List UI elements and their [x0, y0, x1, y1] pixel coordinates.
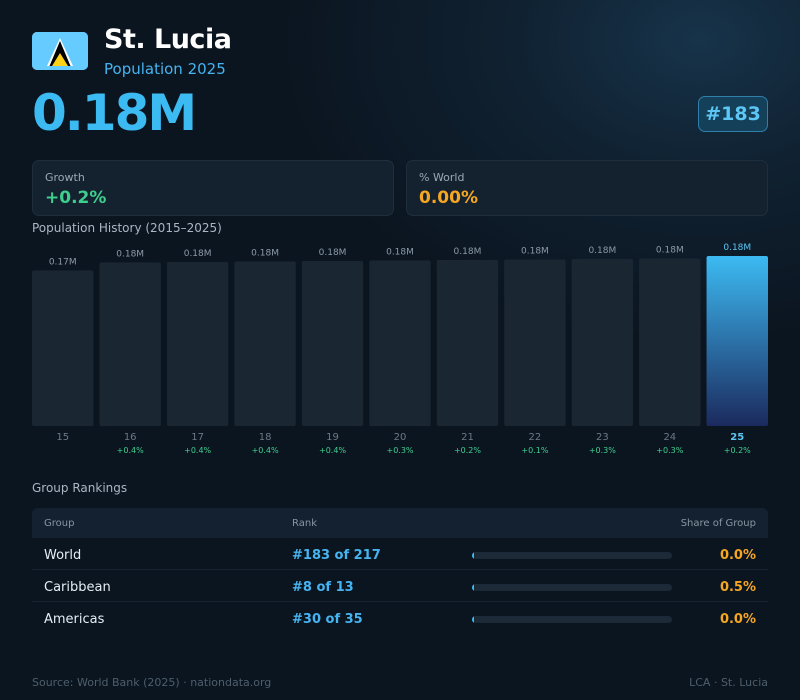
value-label: 0.18M — [656, 246, 684, 256]
value-label: 0.18M — [454, 247, 482, 257]
table-row: Caribbean #8 of 13 0.5% — [32, 570, 768, 602]
row-rank: #30 of 35 — [292, 612, 363, 627]
rankings-title: Group Rankings — [32, 481, 128, 495]
row-share: 0.5% — [719, 580, 756, 595]
value-label: 0.18M — [588, 246, 616, 256]
share-bar — [472, 584, 672, 591]
row-group: Americas — [44, 612, 105, 627]
country-name: St. Lucia — [104, 24, 232, 55]
bar-22 — [504, 259, 566, 426]
x-tick-label: 15 — [56, 432, 69, 443]
x-tick-label: 25 — [730, 432, 744, 443]
growth-label: +0.4% — [117, 446, 144, 455]
growth-label: +0.3% — [589, 446, 616, 455]
bar-15 — [32, 270, 94, 426]
bar-24 — [639, 258, 701, 426]
value-label: 0.18M — [116, 250, 144, 260]
population-history-chart: 0.17M 15 0.18M 16 +0.4% 0.18M 17 +0.4% 0.18M 18 +0… — [32, 243, 768, 455]
table-header: Group Rank Share of Group — [32, 508, 768, 538]
column-rank: Rank — [292, 518, 317, 529]
value-label: 0.17M — [49, 257, 77, 267]
bar-21 — [436, 260, 499, 426]
row-group: Caribbean — [44, 580, 111, 595]
growth-label: +0.4% — [319, 446, 346, 455]
growth-label: +0.2% — [454, 446, 481, 455]
row-group: World — [44, 548, 82, 563]
value-label: 0.18M — [251, 249, 279, 259]
growth-label: +0.4% — [184, 446, 211, 455]
x-tick-label: 18 — [259, 432, 272, 443]
value-label: 0.18M — [184, 249, 212, 259]
bar-23 — [571, 259, 634, 426]
world-share-card: % World 0.00% — [406, 160, 768, 216]
bar-20 — [369, 260, 431, 426]
footer-code: LCA · St. Lucia — [689, 676, 768, 689]
value-label: 0.18M — [521, 247, 549, 257]
share-bar-fill — [472, 552, 474, 559]
page-subtitle: Population 2025 — [104, 60, 226, 78]
row-share: 0.0% — [719, 548, 756, 563]
share-bar-fill — [472, 584, 474, 591]
x-tick-label: 23 — [596, 432, 609, 443]
bar-18 — [234, 261, 296, 426]
value-label: 0.18M — [386, 248, 414, 258]
growth-value: +0.2% — [45, 188, 107, 208]
x-tick-label: 20 — [394, 432, 407, 443]
share-bar-fill — [472, 616, 474, 623]
x-tick-label: 16 — [124, 432, 137, 443]
value-label: 0.18M — [319, 248, 347, 258]
table-row: World #183 of 217 0.0% — [32, 538, 768, 570]
bar-16 — [99, 262, 161, 426]
x-tick-label: 24 — [663, 432, 676, 443]
share-bar — [472, 552, 672, 559]
x-tick-label: 17 — [191, 432, 204, 443]
row-share: 0.0% — [719, 612, 756, 627]
history-title: Population History (2015–2025) — [32, 221, 222, 235]
row-rank: #183 of 217 — [292, 548, 381, 563]
world-share-value: 0.00% — [419, 188, 478, 208]
growth-label: +0.2% — [724, 446, 751, 455]
footer-source: Source: World Bank (2025) · nationdata.o… — [32, 676, 272, 689]
st-lucia-flag-icon — [32, 32, 88, 70]
column-share: Share of Group — [680, 518, 756, 529]
population-value: 0.18M — [32, 84, 197, 142]
growth-label: +0.1% — [521, 446, 548, 455]
growth-label: +0.3% — [386, 446, 413, 455]
x-tick-label: 19 — [326, 432, 339, 443]
growth-label: Growth — [45, 171, 85, 184]
row-rank: #8 of 13 — [292, 580, 354, 595]
value-label: 0.18M — [723, 243, 751, 253]
x-tick-label: 22 — [529, 432, 542, 443]
world-share-label: % World — [419, 171, 465, 184]
x-tick-label: 21 — [461, 432, 474, 443]
rankings-table: Group Rank Share of Group World #183 of 2… — [32, 508, 768, 634]
growth-label: +0.4% — [252, 446, 279, 455]
rank-badge: #183 — [698, 96, 768, 132]
share-bar — [472, 616, 672, 623]
bar-25 — [706, 256, 768, 426]
column-group: Group — [44, 518, 75, 529]
growth-card: Growth +0.2% — [32, 160, 394, 216]
bar-19 — [301, 261, 364, 426]
growth-label: +0.3% — [656, 446, 683, 455]
table-row: Americas #30 of 35 0.0% — [32, 602, 768, 634]
bar-17 — [166, 262, 229, 426]
